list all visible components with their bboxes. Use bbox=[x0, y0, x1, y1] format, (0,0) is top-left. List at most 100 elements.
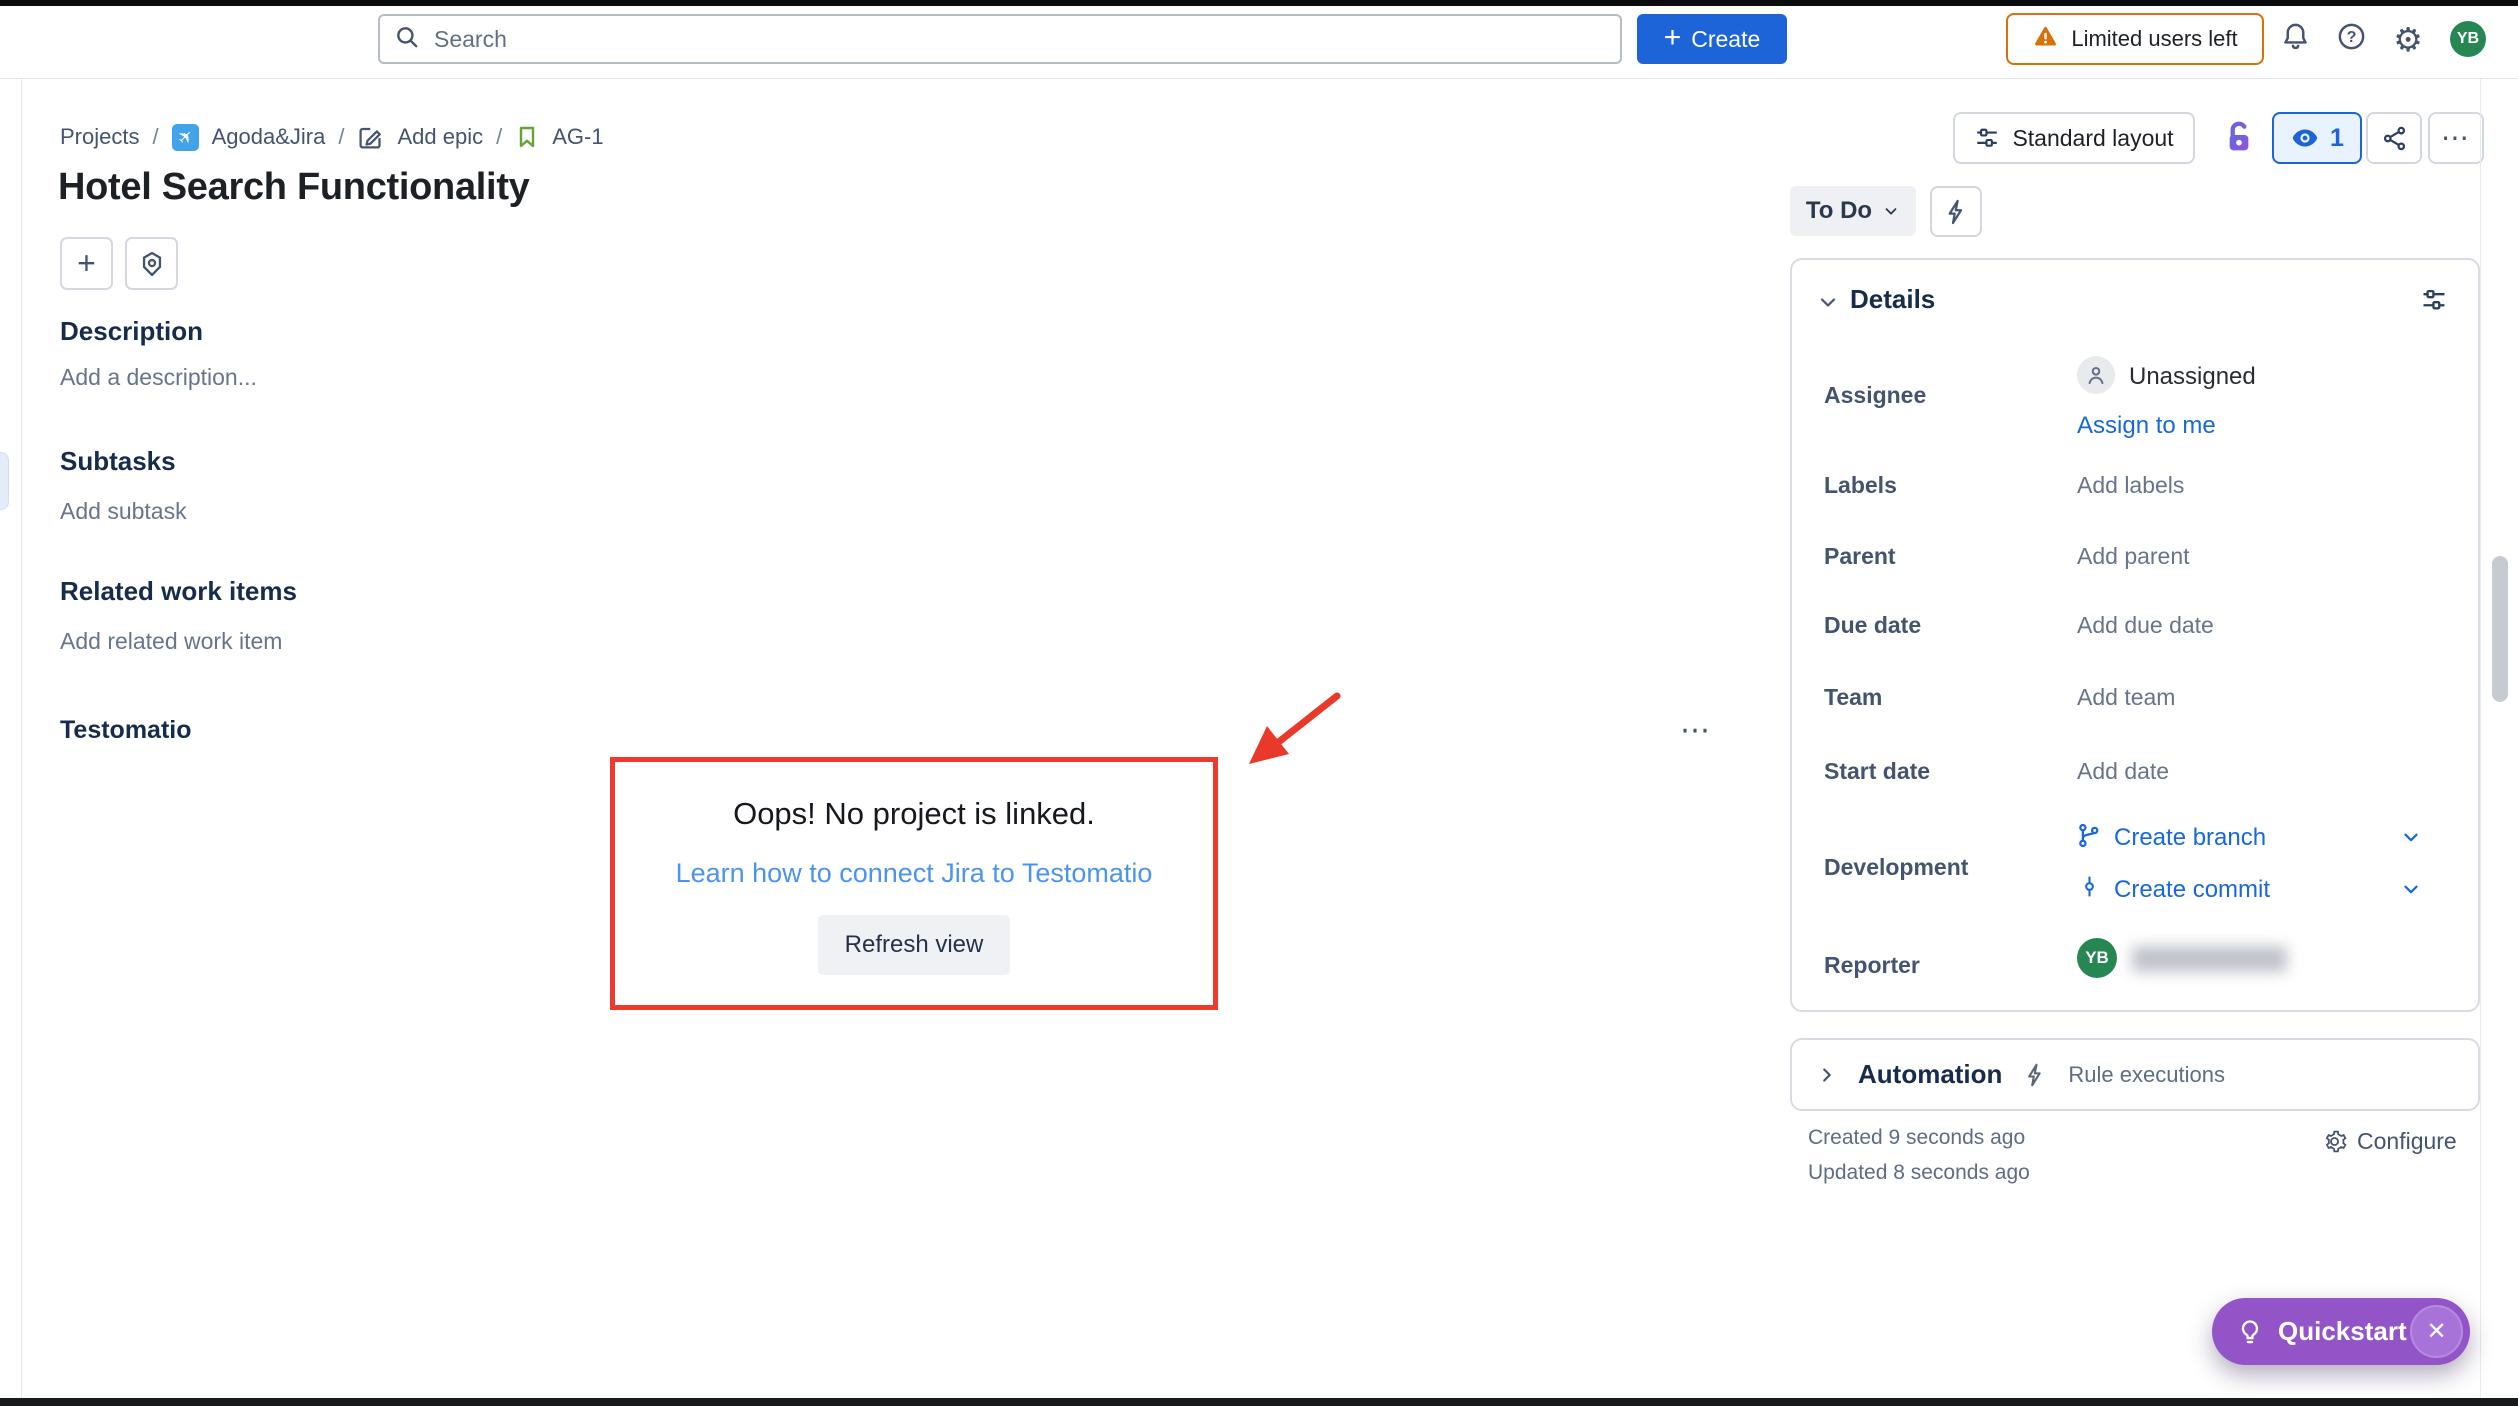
configure-label: Configure bbox=[2357, 1128, 2457, 1155]
status-label: To Do bbox=[1806, 197, 1872, 225]
chevron-down-icon[interactable] bbox=[1816, 290, 1840, 314]
chevron-down-icon[interactable] bbox=[2400, 878, 2422, 900]
assign-to-me-link[interactable]: Assign to me bbox=[2077, 412, 2216, 440]
avatar-initials: YB bbox=[2085, 948, 2109, 968]
help-button[interactable]: ? bbox=[2334, 22, 2368, 56]
lightbulb-icon bbox=[2236, 1318, 2264, 1346]
standard-layout-button[interactable]: Standard layout bbox=[1953, 112, 2195, 164]
start-date-label: Start date bbox=[1824, 758, 1930, 785]
breadcrumb-add-epic[interactable]: Add epic bbox=[397, 124, 483, 150]
gear-icon bbox=[2322, 1129, 2347, 1154]
unrestricted-access-button[interactable] bbox=[2218, 116, 2260, 160]
automation-heading: Automation bbox=[1858, 1059, 2002, 1090]
search-icon bbox=[394, 24, 420, 55]
add-related-work-link[interactable]: Add related work item bbox=[60, 628, 282, 655]
sidebar-divider bbox=[21, 79, 22, 1398]
share-icon bbox=[2381, 125, 2408, 152]
learn-how-link[interactable]: Learn how to connect Jira to Testomatio bbox=[676, 858, 1153, 889]
search-input[interactable] bbox=[432, 25, 1606, 54]
chevron-down-icon bbox=[1882, 202, 1900, 220]
commit-icon bbox=[2077, 874, 2102, 899]
edit-icon bbox=[357, 124, 384, 151]
breadcrumb-separator: / bbox=[152, 124, 158, 150]
description-placeholder[interactable]: Add a description... bbox=[60, 364, 257, 391]
related-work-heading: Related work items bbox=[60, 576, 297, 607]
reporter-label: Reporter bbox=[1824, 952, 1920, 979]
sidebar-expand-handle[interactable] bbox=[0, 452, 9, 510]
testomatio-more-button[interactable]: ⋯ bbox=[1680, 716, 1712, 746]
breadcrumb-separator: / bbox=[338, 124, 344, 150]
assignee-value[interactable]: Unassigned bbox=[2129, 363, 2256, 391]
quickstart-label: Quickstart bbox=[2278, 1316, 2407, 1347]
breadcrumb-project[interactable]: Agoda&Jira bbox=[212, 124, 326, 150]
error-message: Oops! No project is linked. bbox=[733, 796, 1095, 832]
due-date-value[interactable]: Add due date bbox=[2077, 612, 2214, 639]
create-commit-link[interactable]: Create commit bbox=[2114, 876, 2270, 904]
limited-users-label: Limited users left bbox=[2071, 26, 2237, 52]
create-button-label: Create bbox=[1691, 26, 1760, 53]
create-branch-link[interactable]: Create branch bbox=[2114, 824, 2266, 852]
ellipsis-icon: ⋯ bbox=[2441, 124, 2471, 152]
settings-button[interactable]: ⚙ bbox=[2390, 20, 2426, 58]
user-avatar[interactable]: YB bbox=[2450, 21, 2486, 57]
status-dropdown[interactable]: To Do bbox=[1790, 186, 1916, 236]
jira-issue-page: + Create Limited users left ? ⚙ YB Proje… bbox=[0, 0, 2518, 1406]
details-heading[interactable]: Details bbox=[1850, 284, 1935, 315]
labels-value[interactable]: Add labels bbox=[2077, 472, 2184, 499]
team-value[interactable]: Add team bbox=[2077, 684, 2175, 711]
story-bookmark-icon bbox=[515, 125, 539, 149]
share-button[interactable] bbox=[2366, 112, 2422, 164]
add-content-button[interactable]: + bbox=[60, 237, 113, 290]
due-date-label: Due date bbox=[1824, 612, 1921, 639]
apps-badge-icon bbox=[138, 250, 166, 278]
parent-value[interactable]: Add parent bbox=[2077, 543, 2190, 570]
create-button[interactable]: + Create bbox=[1637, 14, 1787, 64]
quickstart-close-button[interactable]: ✕ bbox=[2410, 1305, 2463, 1358]
start-date-value[interactable]: Add date bbox=[2077, 758, 2169, 785]
header-divider bbox=[0, 78, 2518, 79]
updated-timestamp: Updated 8 seconds ago bbox=[1808, 1161, 2030, 1185]
lightning-icon bbox=[1942, 198, 1970, 226]
warning-icon bbox=[2032, 23, 2059, 56]
labels-label: Labels bbox=[1824, 472, 1897, 499]
breadcrumb-separator: / bbox=[496, 124, 502, 150]
automation-panel[interactable]: Automation Rule executions bbox=[1790, 1038, 2480, 1111]
reporter-avatar[interactable]: YB bbox=[2077, 938, 2117, 978]
refresh-view-button[interactable]: Refresh view bbox=[818, 915, 1010, 975]
vertical-scrollbar[interactable] bbox=[2492, 556, 2508, 702]
add-subtask-link[interactable]: Add subtask bbox=[60, 498, 187, 525]
watchers-button[interactable]: 1 bbox=[2272, 112, 2362, 164]
details-settings-icon[interactable] bbox=[2420, 286, 2448, 314]
details-panel: Details Assignee Unassigned Assign to me… bbox=[1790, 258, 2480, 1012]
more-actions-button[interactable]: ⋯ bbox=[2428, 112, 2484, 164]
subtasks-heading: Subtasks bbox=[60, 446, 176, 477]
question-icon: ? bbox=[2336, 21, 2367, 57]
breadcrumb-issue-key[interactable]: AG-1 bbox=[552, 124, 603, 150]
apps-button[interactable] bbox=[125, 237, 178, 290]
no-project-linked-panel: Oops! No project is linked. Learn how to… bbox=[610, 757, 1218, 1010]
team-label: Team bbox=[1824, 684, 1882, 711]
global-search[interactable] bbox=[378, 14, 1622, 64]
eye-icon bbox=[2290, 123, 2320, 153]
automation-quick-button[interactable] bbox=[1930, 186, 1982, 237]
plus-icon: + bbox=[77, 247, 96, 279]
reporter-name-redacted[interactable] bbox=[2132, 946, 2287, 972]
limited-users-banner[interactable]: Limited users left bbox=[2006, 13, 2264, 65]
issue-title[interactable]: Hotel Search Functionality bbox=[58, 166, 530, 209]
breadcrumb-projects[interactable]: Projects bbox=[60, 124, 139, 150]
quickstart-button[interactable]: Quickstart ✕ bbox=[2212, 1298, 2470, 1365]
watchers-count: 1 bbox=[2330, 124, 2344, 153]
configure-button[interactable]: Configure bbox=[2322, 1128, 2457, 1155]
breadcrumb: Projects / ✈ Agoda&Jira / Add epic / AG-… bbox=[60, 122, 604, 152]
avatar-initials: YB bbox=[2457, 30, 2479, 48]
close-icon: ✕ bbox=[2426, 1317, 2446, 1346]
top-edge-bar bbox=[0, 0, 2518, 6]
chevron-down-icon[interactable] bbox=[2400, 826, 2422, 848]
annotation-arrow bbox=[1215, 686, 1355, 778]
description-heading: Description bbox=[60, 316, 203, 347]
development-label: Development bbox=[1824, 854, 1968, 881]
unassigned-avatar-icon bbox=[2077, 356, 2115, 394]
branch-icon bbox=[2075, 822, 2102, 849]
plus-icon: + bbox=[1664, 23, 1682, 53]
notifications-button[interactable] bbox=[2278, 22, 2312, 56]
